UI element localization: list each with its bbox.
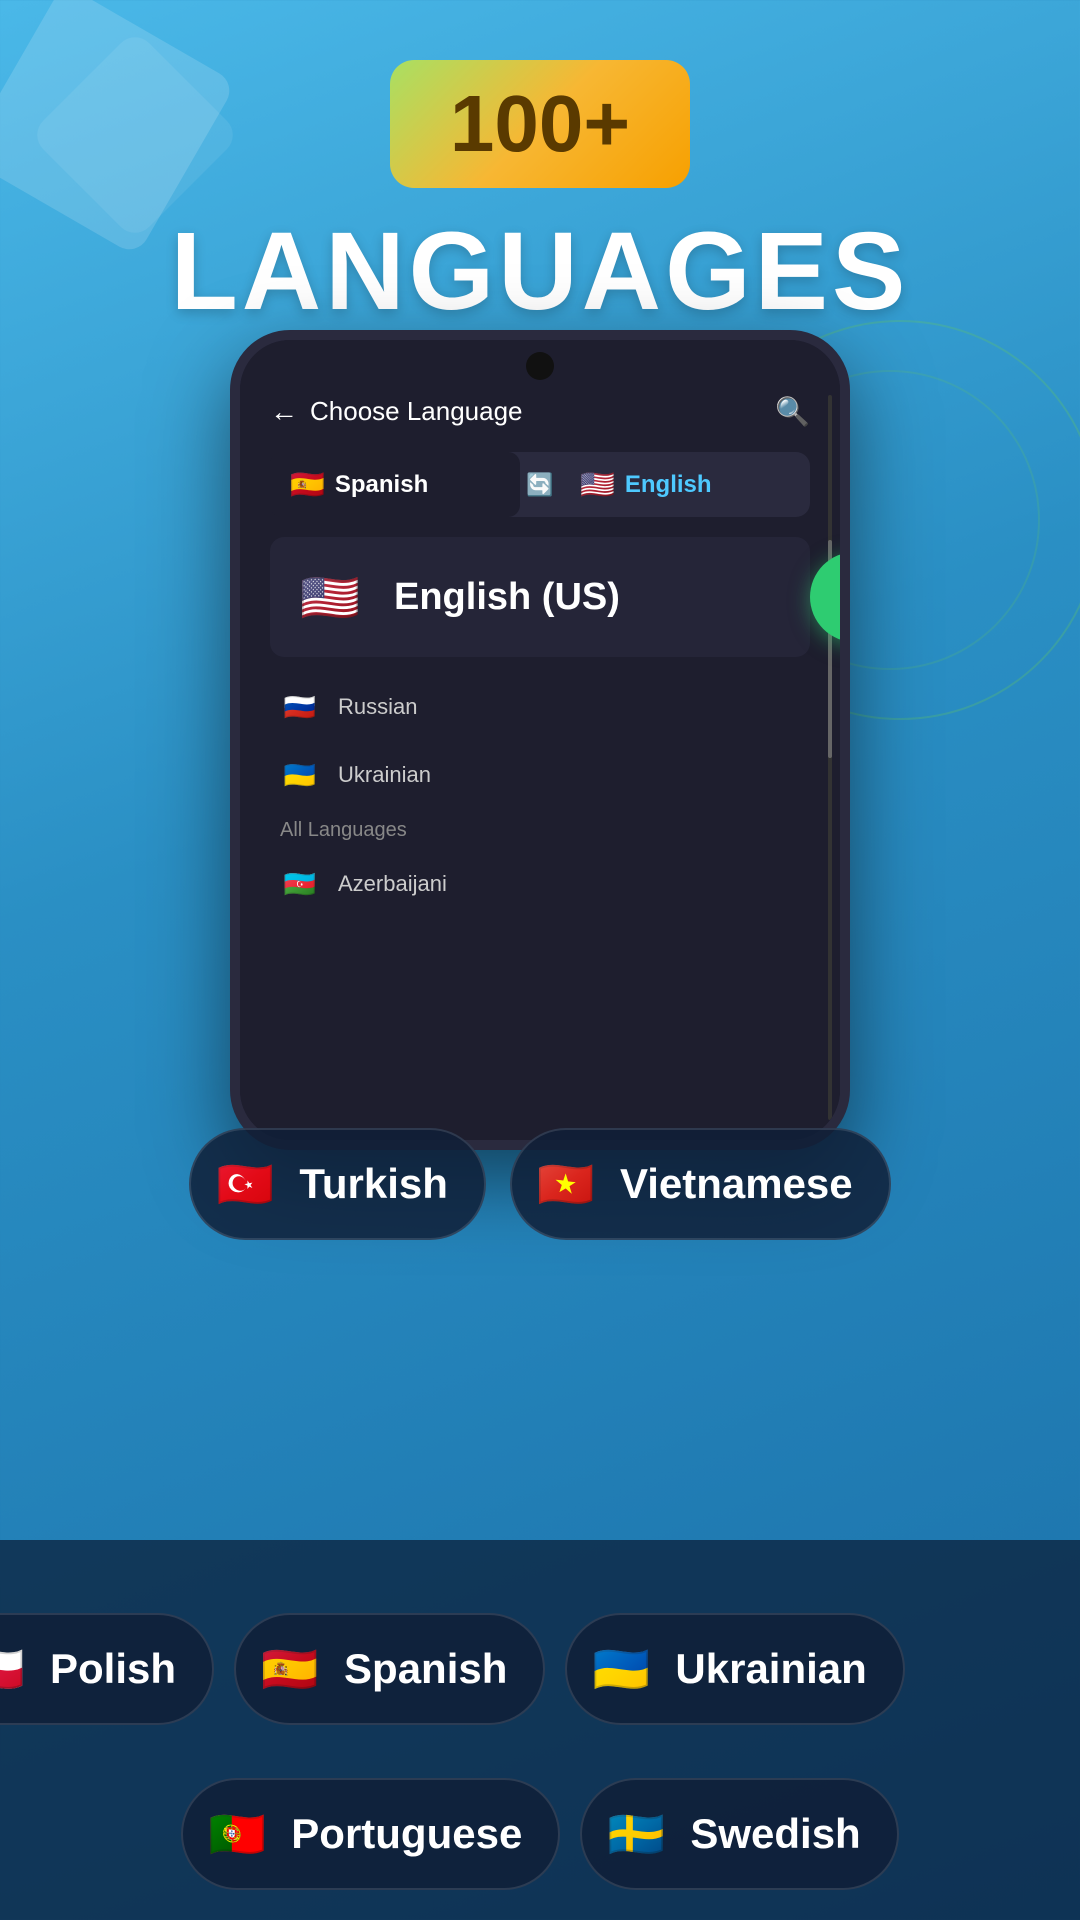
portuguese-pill[interactable]: 🇵🇹 Portuguese <box>181 1778 560 1890</box>
polish-pill[interactable]: 🇵🇱 Polish <box>0 1613 214 1725</box>
russian-flag-icon: 🇷🇺 <box>280 687 320 727</box>
swap-languages-icon[interactable]: 🔄 <box>520 465 560 505</box>
vietnamese-flag-icon: 🇻🇳 <box>530 1148 602 1220</box>
phone-notch <box>526 352 554 380</box>
ukrainian-flag-bottom-icon: 🇺🇦 <box>585 1633 657 1705</box>
phone-scrollbar[interactable] <box>828 395 832 1120</box>
swedish-pill[interactable]: 🇸🇪 Swedish <box>580 1778 898 1890</box>
check-icon: ✓ <box>837 573 850 622</box>
source-language-label: Spanish <box>335 471 428 499</box>
target-language-label: English <box>625 471 712 499</box>
selected-language-row[interactable]: 🇺🇸 English (US) ✓ <box>260 537 820 657</box>
screen-title: Choose Language <box>310 396 523 427</box>
azerbaijani-language-label: Azerbaijani <box>338 871 447 897</box>
search-icon[interactable]: 🔍 <box>775 395 810 428</box>
russian-language-item[interactable]: 🇷🇺 Russian <box>260 673 820 741</box>
phone-screen: ← Choose Language 🔍 🇪🇸 Spanish 🔄 🇺🇸 Engl… <box>240 340 840 1140</box>
vietnamese-label: Vietnamese <box>620 1160 853 1208</box>
ukrainian-pill[interactable]: 🇺🇦 Ukrainian <box>565 1613 904 1725</box>
check-badge: ✓ <box>810 552 850 642</box>
vietnamese-pill[interactable]: 🇻🇳 Vietnamese <box>510 1128 891 1240</box>
azerbaijani-flag-icon: 🇦🇿 <box>280 864 320 904</box>
polish-flag-icon: 🇵🇱 <box>0 1633 32 1705</box>
selected-language-name: English (US) <box>394 576 620 619</box>
target-language-tab[interactable]: 🇺🇸 English <box>560 452 810 517</box>
language-pills-row-3: 🇵🇹 Portuguese 🇸🇪 Swedish <box>0 1778 1080 1890</box>
english-flag-icon: 🇺🇸 <box>580 468 615 501</box>
language-tabs: 🇪🇸 Spanish 🔄 🇺🇸 English <box>270 452 810 517</box>
ukrainian-language-item[interactable]: 🇺🇦 Ukrainian <box>260 741 820 809</box>
spanish-flag-icon: 🇪🇸 <box>254 1633 326 1705</box>
language-pills-row-2: 🇵🇱 Polish 🇪🇸 Spanish 🇺🇦 Ukrainian <box>0 1613 1080 1725</box>
russian-language-label: Russian <box>338 694 417 720</box>
language-pills-row-1: 🇹🇷 Turkish 🇻🇳 Vietnamese <box>0 1128 1080 1240</box>
phone-mockup: ← Choose Language 🔍 🇪🇸 Spanish 🔄 🇺🇸 Engl… <box>230 330 850 1150</box>
ukrainian-flag-icon: 🇺🇦 <box>280 755 320 795</box>
portuguese-label: Portuguese <box>291 1810 522 1858</box>
swedish-flag-icon: 🇸🇪 <box>600 1798 672 1870</box>
azerbaijani-language-item[interactable]: 🇦🇿 Azerbaijani <box>260 850 820 918</box>
languages-title: LANGUAGES <box>0 208 1080 335</box>
portuguese-flag-icon: 🇵🇹 <box>201 1798 273 1870</box>
source-language-tab[interactable]: 🇪🇸 Spanish <box>270 452 520 517</box>
spanish-label: Spanish <box>344 1645 507 1693</box>
ukrainian-language-label: Ukrainian <box>338 762 431 788</box>
spanish-flag-icon: 🇪🇸 <box>290 468 325 501</box>
swedish-label: Swedish <box>690 1810 860 1858</box>
count-badge: 100+ <box>390 60 690 188</box>
phone-frame: ← Choose Language 🔍 🇪🇸 Spanish 🔄 🇺🇸 Engl… <box>230 330 850 1150</box>
ukrainian-bottom-label: Ukrainian <box>675 1645 866 1693</box>
all-languages-section-header: All Languages <box>260 809 820 850</box>
turkish-label: Turkish <box>299 1160 448 1208</box>
phone-header: ← Choose Language 🔍 <box>260 395 820 428</box>
back-button[interactable]: ← Choose Language <box>270 396 523 428</box>
back-arrow-icon: ← <box>270 396 298 428</box>
count-badge-text: 100+ <box>450 79 630 168</box>
header-section: 100+ LANGUAGES <box>0 0 1080 335</box>
polish-label: Polish <box>50 1645 176 1693</box>
us-flag-large: 🇺🇸 <box>290 557 370 637</box>
spanish-pill[interactable]: 🇪🇸 Spanish <box>234 1613 545 1725</box>
turkish-flag-icon: 🇹🇷 <box>209 1148 281 1220</box>
turkish-pill[interactable]: 🇹🇷 Turkish <box>189 1128 486 1240</box>
